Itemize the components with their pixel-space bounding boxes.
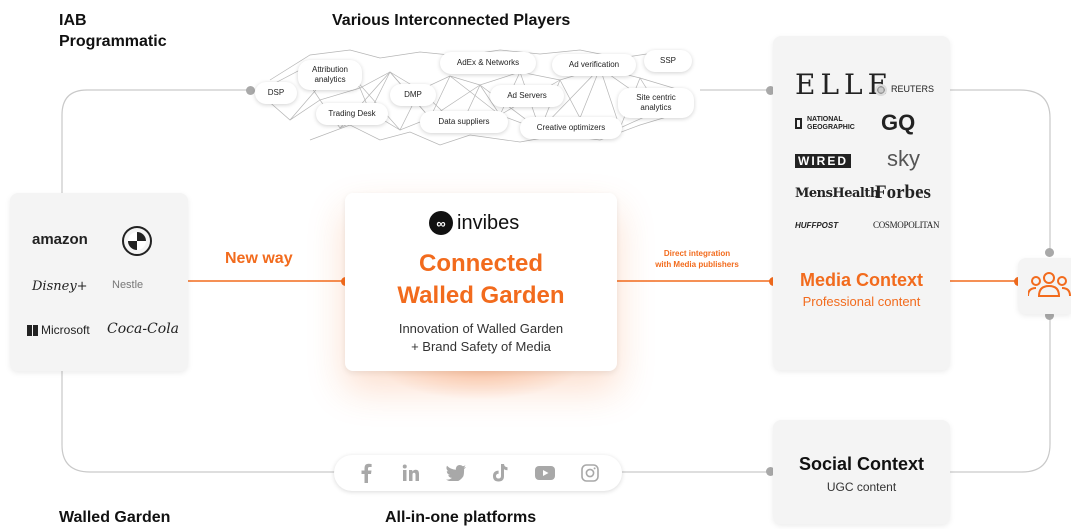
media-context-card: ELLE REUTERS NATIONAL GEOGRAPHIC GQ WIRE… <box>773 36 950 370</box>
social-platforms-bar <box>334 455 622 491</box>
natgeo-line1: NATIONAL <box>807 116 843 123</box>
natgeo-icon <box>795 118 802 129</box>
audience-card <box>1018 258 1071 314</box>
invibes-center-card: ∞ invibes Connected Walled Garden Innova… <box>345 193 617 371</box>
gq-logo: GQ <box>881 110 916 135</box>
player-pill-attribution: Attribution analytics <box>298 60 362 90</box>
direct-integration-line1: Direct integration <box>663 249 731 258</box>
player-pill-creative-optimizers: Creative optimizers <box>520 117 622 139</box>
media-context-title: Media Context <box>799 270 923 290</box>
microsoft-logo: Microsoft <box>41 323 90 337</box>
instagram-icon[interactable] <box>579 462 601 484</box>
linkedin-icon[interactable] <box>400 462 422 484</box>
walled-garden-heading: Walled Garden <box>59 509 171 526</box>
direct-integration-line2: with Media publishers <box>655 260 739 269</box>
amazon-logo: amazon <box>32 231 88 248</box>
bmw-logo <box>122 226 152 256</box>
player-pill-trading-desk: Trading Desk <box>316 103 388 125</box>
players-heading: Various Interconnected Players <box>332 12 571 29</box>
player-pill-data-suppliers: Data suppliers <box>420 111 508 133</box>
player-pill-dsp: DSP <box>255 82 297 104</box>
connector-dot <box>246 86 255 95</box>
wired-logo: WIRED <box>795 154 851 168</box>
connector-dot <box>1045 248 1054 257</box>
social-context-subtitle: UGC content <box>826 480 897 494</box>
reuters-icon <box>875 84 887 96</box>
invibes-logo: ∞ invibes <box>429 211 519 235</box>
invibes-logo-text: invibes <box>457 211 520 234</box>
center-title-line2: Walled Garden <box>397 282 565 309</box>
social-context-card: Social Context UGC content <box>773 420 950 524</box>
advertisers-card: amazon Disney+ Nestle Microsoft Coca-Col… <box>10 193 188 371</box>
new-way-label: New way <box>225 250 293 267</box>
menshealth-logo: MensHealth <box>795 186 879 201</box>
player-pill-site-centric: Site centric analytics <box>618 88 694 118</box>
cocacola-logo: Coca-Cola <box>107 321 180 337</box>
iab-programmatic-heading: IAB Programmatic <box>59 12 167 50</box>
forbes-logo: Forbes <box>875 182 931 203</box>
huffpost-logo: HUFFPOST <box>795 221 839 230</box>
social-context-title: Social Context <box>798 454 925 474</box>
twitter-icon[interactable] <box>445 462 467 484</box>
center-title-line1: Connected <box>418 250 543 277</box>
center-subtitle-line1: Innovation of Walled Garden <box>398 321 564 336</box>
natgeo-logo: NATIONAL GEOGRAPHIC <box>807 116 855 132</box>
facebook-icon[interactable] <box>355 462 377 484</box>
player-pill-adex: AdEx & Networks <box>440 52 536 74</box>
player-pill-dmp: DMP <box>390 84 436 106</box>
disney-logo: Disney+ <box>32 279 88 294</box>
direct-integration-label: Direct integration with Media publishers <box>632 248 762 270</box>
center-subtitle-line2: + Brand Safety of Media <box>411 339 551 354</box>
sky-logo: sky <box>887 146 920 171</box>
reuters-logo: REUTERS <box>891 84 935 94</box>
all-in-one-heading: All-in-one platforms <box>385 509 537 526</box>
player-pill-ssp: SSP <box>644 50 692 72</box>
tiktok-icon[interactable] <box>489 462 511 484</box>
player-pill-ad-servers: Ad Servers <box>490 85 564 107</box>
infinity-icon: ∞ <box>429 211 453 235</box>
nestle-logo: Nestle <box>112 279 144 291</box>
player-pill-ad-verification: Ad verification <box>552 54 636 76</box>
natgeo-line2: GEOGRAPHIC <box>807 124 855 131</box>
microsoft-icon <box>27 325 38 336</box>
media-context-subtitle: Professional content <box>802 294 921 309</box>
audience-icon <box>1028 272 1071 297</box>
youtube-icon[interactable] <box>534 462 556 484</box>
cosmopolitan-logo: COSMOPOLITAN <box>873 220 940 230</box>
